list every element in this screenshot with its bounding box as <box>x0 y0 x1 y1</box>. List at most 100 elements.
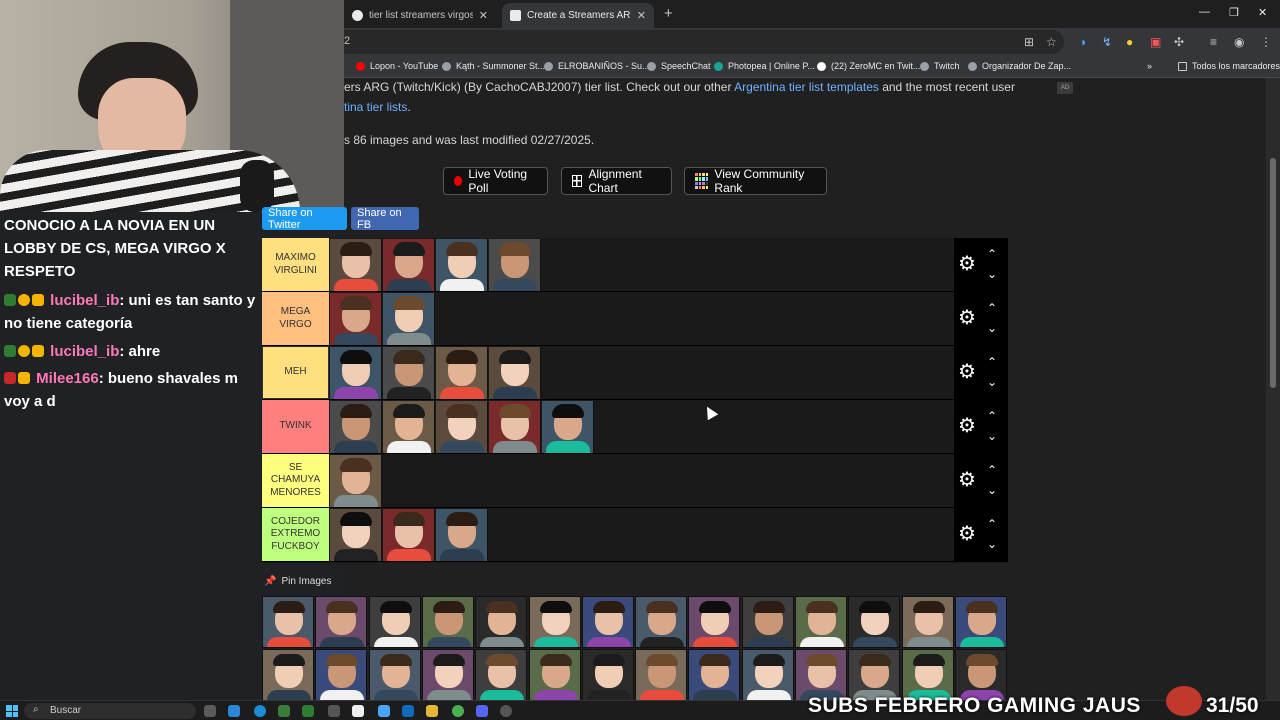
new-tab-button[interactable]: + <box>664 5 673 22</box>
tier-item-image[interactable] <box>436 509 488 561</box>
app-icon[interactable] <box>278 705 290 717</box>
app-icon[interactable] <box>352 705 364 717</box>
pool-item-image[interactable] <box>528 649 581 701</box>
profile-avatar-icon[interactable]: ◉ <box>1234 35 1244 49</box>
extension-icon[interactable]: ◗ <box>1080 35 1087 49</box>
app-icon[interactable] <box>378 705 390 717</box>
alignment-chart-button[interactable]: Alignment Chart <box>561 167 672 195</box>
scrollbar-thumb[interactable] <box>1270 158 1276 388</box>
extension-icon[interactable]: ▣ <box>1150 35 1161 49</box>
tier-item-image[interactable] <box>330 239 382 291</box>
browser-tab-active[interactable]: Create a Streamers ARG (Twitch ✕ <box>502 3 654 28</box>
address-bar[interactable]: 2 <box>344 30 1064 54</box>
pool-item-image[interactable] <box>635 596 688 648</box>
tier-item-image[interactable] <box>330 509 382 561</box>
bookmark-item[interactable]: Lopon - YouTube <box>356 61 438 71</box>
templates-link[interactable]: Argentina tier list templates <box>734 80 879 94</box>
pool-item-image[interactable] <box>688 649 741 701</box>
tier-item-image[interactable] <box>383 509 435 561</box>
pool-item-image[interactable] <box>421 596 474 648</box>
menu-kebab-icon[interactable]: ⋮ <box>1260 35 1272 49</box>
extension-icon[interactable]: ↯ <box>1102 35 1112 49</box>
move-tier-up-icon[interactable]: ⌃ <box>987 410 997 422</box>
bookmark-star-icon[interactable]: ☆ <box>1046 35 1057 49</box>
pool-item-image[interactable] <box>581 649 634 701</box>
move-tier-down-icon[interactable]: ⌄ <box>987 484 997 496</box>
settings-gear-icon[interactable]: ⚙ <box>958 524 976 544</box>
tier-item-image[interactable] <box>489 401 541 453</box>
pool-item-image[interactable] <box>262 596 314 648</box>
bookmark-item[interactable]: Twitch <box>920 61 960 71</box>
xbox-icon[interactable] <box>302 705 314 717</box>
move-tier-up-icon[interactable]: ⌃ <box>987 356 997 368</box>
page-scrollbar[interactable] <box>1266 78 1280 700</box>
pool-item-image[interactable] <box>741 596 794 648</box>
pool-item-image[interactable] <box>262 649 314 701</box>
settings-gear-icon[interactable]: ⚙ <box>958 470 976 490</box>
reading-list-icon[interactable]: ≡ <box>1210 35 1217 49</box>
move-tier-down-icon[interactable]: ⌄ <box>987 376 997 388</box>
extensions-puzzle-icon[interactable]: ✣ <box>1174 35 1184 49</box>
pool-item-image[interactable] <box>315 596 368 648</box>
taskbar-search[interactable]: ⌕ Buscar <box>24 703 196 719</box>
pool-item-image[interactable] <box>741 649 794 701</box>
pool-item-image[interactable] <box>368 596 421 648</box>
move-tier-down-icon[interactable]: ⌄ <box>987 430 997 442</box>
translate-icon[interactable]: ⊞ <box>1024 35 1034 49</box>
chat-username[interactable]: lucibel_ib <box>50 343 119 360</box>
pool-item-image[interactable] <box>315 649 368 701</box>
task-view-icon[interactable] <box>204 705 216 717</box>
tier-item-image[interactable] <box>436 347 488 399</box>
tier-item-image[interactable] <box>542 401 594 453</box>
browser-tab[interactable]: tier list streamers virgos - Busc ✕ <box>344 3 496 28</box>
community-rank-button[interactable]: View Community Rank <box>684 167 827 195</box>
pool-item-image[interactable] <box>848 596 901 648</box>
pool-item-image[interactable] <box>901 596 954 648</box>
pin-images-toggle[interactable]: 📌 Pin Images <box>264 576 331 587</box>
bookmark-item[interactable]: Kąth - Summoner St... <box>442 61 545 71</box>
mail-icon[interactable] <box>402 705 414 717</box>
move-tier-down-icon[interactable]: ⌄ <box>987 538 997 550</box>
pool-item-image[interactable] <box>421 649 474 701</box>
all-bookmarks-folder[interactable]: Todos los marcadores <box>1178 61 1280 71</box>
copilot-icon[interactable] <box>228 705 240 717</box>
settings-gear-icon[interactable]: ⚙ <box>958 308 976 328</box>
move-tier-down-icon[interactable]: ⌄ <box>987 322 997 334</box>
settings-gear-icon[interactable]: ⚙ <box>958 254 976 274</box>
chat-username[interactable]: Milee166 <box>36 370 99 387</box>
pool-item-image[interactable] <box>475 596 528 648</box>
tier-label[interactable]: MAXIMO VIRGLINI <box>262 238 329 291</box>
tier-item-image[interactable] <box>489 239 541 291</box>
pool-item-image[interactable] <box>795 596 847 648</box>
pool-item-image[interactable] <box>688 596 741 648</box>
chat-username[interactable]: lucibel_ib <box>50 292 119 309</box>
tier-item-image[interactable] <box>383 401 435 453</box>
file-explorer-icon[interactable] <box>426 705 438 717</box>
app-icon[interactable] <box>328 705 340 717</box>
tier-label[interactable]: MEGA VIRGO <box>262 292 329 345</box>
settings-gear-icon[interactable]: ⚙ <box>958 362 976 382</box>
tier-item-image[interactable] <box>489 347 541 399</box>
restore-button[interactable]: ❐ <box>1229 6 1239 19</box>
windows-start-icon[interactable] <box>6 705 18 717</box>
tier-item-image[interactable] <box>383 347 435 399</box>
tier-item-image[interactable] <box>330 293 382 345</box>
bookmark-item[interactable]: SpeechChat <box>647 61 711 71</box>
edge-icon[interactable] <box>254 705 266 717</box>
settings-gear-icon[interactable]: ⚙ <box>958 416 976 436</box>
discord-icon[interactable] <box>476 705 488 717</box>
pool-item-image[interactable] <box>635 649 688 701</box>
move-tier-up-icon[interactable]: ⌃ <box>987 518 997 530</box>
tier-label[interactable]: MEH <box>262 346 329 399</box>
obs-icon[interactable] <box>500 705 512 717</box>
ad-badge[interactable]: AD <box>1057 82 1073 94</box>
close-window-button[interactable]: ✕ <box>1258 6 1267 19</box>
tier-label[interactable]: TWINK <box>262 400 329 453</box>
chrome-icon[interactable] <box>452 705 464 717</box>
tier-item-image[interactable] <box>436 239 488 291</box>
tier-item-image[interactable] <box>330 455 382 507</box>
tier-label[interactable]: SE CHAMUYA MENORES <box>262 454 329 507</box>
move-tier-up-icon[interactable]: ⌃ <box>987 248 997 260</box>
pool-item-image[interactable] <box>528 596 581 648</box>
bookmark-item[interactable]: Photopea | Online P... <box>714 61 815 71</box>
